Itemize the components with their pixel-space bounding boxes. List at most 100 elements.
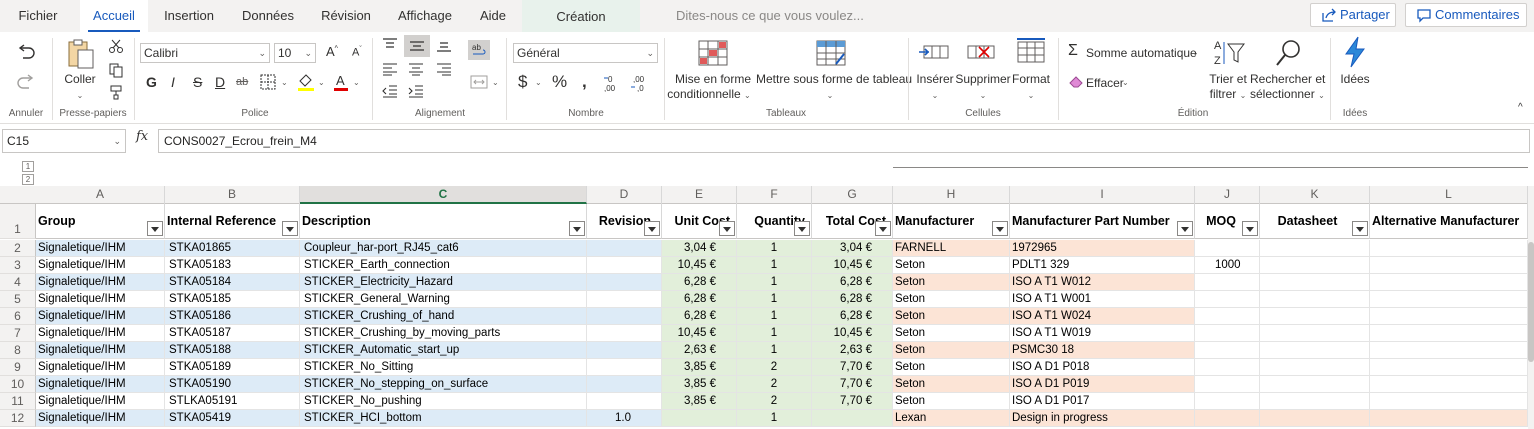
- table-cell[interactable]: 6,28 €: [662, 274, 737, 291]
- table-cell[interactable]: ISO A T1 W001: [1010, 291, 1195, 308]
- table-cell[interactable]: Seton: [893, 393, 1010, 410]
- table-cell[interactable]: Signaletique/IHM: [36, 240, 165, 257]
- column-header-b[interactable]: B: [165, 186, 300, 204]
- table-cell[interactable]: STKA05188: [165, 342, 300, 359]
- wrap-text-button[interactable]: ab: [468, 40, 490, 60]
- header-cell[interactable]: Description: [300, 204, 587, 239]
- table-cell[interactable]: STICKER_Crushing_by_moving_parts: [300, 325, 587, 342]
- table-cell[interactable]: Signaletique/IHM: [36, 291, 165, 308]
- number-format-dropdown[interactable]: Général ⌄: [513, 43, 658, 63]
- table-cell[interactable]: [1195, 240, 1260, 257]
- table-cell[interactable]: Seton: [893, 342, 1010, 359]
- table-cell[interactable]: PSMC30 18: [1010, 342, 1195, 359]
- table-cell[interactable]: Signaletique/IHM: [36, 410, 165, 427]
- table-cell[interactable]: 6,28 €: [662, 291, 737, 308]
- table-cell[interactable]: ISO A T1 W019: [1010, 325, 1195, 342]
- table-cell[interactable]: 3,85 €: [662, 359, 737, 376]
- table-cell[interactable]: STICKER_Automatic_start_up: [300, 342, 587, 359]
- table-cell[interactable]: [587, 240, 662, 257]
- table-cell[interactable]: STICKER_No_stepping_on_surface: [300, 376, 587, 393]
- table-cell[interactable]: [587, 376, 662, 393]
- delete-label[interactable]: Supprimer: [954, 72, 1012, 87]
- table-cell[interactable]: STLKA05191: [165, 393, 300, 410]
- share-button[interactable]: Partager: [1310, 3, 1396, 27]
- table-cell[interactable]: STICKER_No_Sitting: [300, 359, 587, 376]
- table-cell[interactable]: 3,85 €: [662, 393, 737, 410]
- bold-button[interactable]: G: [146, 74, 157, 90]
- table-cell[interactable]: [1195, 342, 1260, 359]
- table-cell[interactable]: Signaletique/IHM: [36, 359, 165, 376]
- table-cell[interactable]: STICKER_HCI_bottom: [300, 410, 587, 427]
- borders-dropdown-chevron[interactable]: ⌄: [281, 78, 288, 87]
- fill-color-icon[interactable]: [297, 72, 315, 92]
- tab-donnees[interactable]: Données: [234, 0, 302, 32]
- table-cell[interactable]: [1195, 325, 1260, 342]
- filter-dropdown-button[interactable]: [147, 221, 163, 236]
- filter-dropdown-button[interactable]: [992, 221, 1008, 236]
- table-cell[interactable]: Seton: [893, 359, 1010, 376]
- table-cell[interactable]: [1260, 359, 1370, 376]
- table-cell[interactable]: ISO A D1 P018: [1010, 359, 1195, 376]
- cut-icon[interactable]: [108, 38, 124, 54]
- filter-dropdown-button[interactable]: [644, 221, 660, 236]
- fill-color-dropdown-chevron[interactable]: ⌄: [318, 78, 325, 87]
- table-cell[interactable]: [1260, 291, 1370, 308]
- formula-input[interactable]: CONS0027_Ecrou_frein_M4: [158, 129, 1530, 153]
- table-cell[interactable]: [587, 308, 662, 325]
- sort-filter-icon[interactable]: AZ: [1212, 38, 1246, 68]
- table-cell[interactable]: [1195, 274, 1260, 291]
- comments-button[interactable]: Commentaires: [1405, 3, 1527, 27]
- align-top-icon[interactable]: [382, 38, 398, 52]
- table-cell[interactable]: STKA05190: [165, 376, 300, 393]
- conditional-formatting-label-1[interactable]: Mise en forme: [670, 72, 756, 87]
- tab-affichage[interactable]: Affichage: [390, 0, 460, 32]
- table-cell[interactable]: 1: [737, 274, 812, 291]
- row-header[interactable]: 11: [0, 393, 36, 410]
- format-cells-icon[interactable]: [1016, 38, 1046, 66]
- table-cell[interactable]: 2: [737, 376, 812, 393]
- autosum-icon[interactable]: Σ: [1068, 42, 1078, 60]
- table-cell[interactable]: 1: [737, 410, 812, 427]
- table-cell[interactable]: 1000: [1195, 257, 1260, 274]
- row-header[interactable]: 6: [0, 308, 36, 325]
- row-header[interactable]: 10: [0, 376, 36, 393]
- table-cell[interactable]: [587, 342, 662, 359]
- increase-indent-icon[interactable]: [408, 84, 424, 98]
- paste-dropdown-chevron[interactable]: ⌄: [60, 88, 100, 103]
- align-bottom-icon[interactable]: [436, 38, 452, 52]
- table-cell[interactable]: 3,04 €: [662, 240, 737, 257]
- filter-dropdown-button[interactable]: [569, 221, 585, 236]
- tab-revision[interactable]: Révision: [312, 0, 380, 32]
- table-cell[interactable]: 1: [737, 325, 812, 342]
- row-header[interactable]: 4: [0, 274, 36, 291]
- strikethrough-button[interactable]: S: [193, 74, 202, 90]
- table-cell[interactable]: FARNELL: [893, 240, 1010, 257]
- table-cell[interactable]: [587, 359, 662, 376]
- column-header-k[interactable]: K: [1260, 186, 1370, 204]
- table-cell[interactable]: ISO A D1 P017: [1010, 393, 1195, 410]
- table-cell[interactable]: [1260, 325, 1370, 342]
- table-cell[interactable]: [1195, 308, 1260, 325]
- currency-dropdown-chevron[interactable]: ⌄: [535, 78, 542, 87]
- format-as-table-icon[interactable]: [816, 40, 846, 66]
- table-cell[interactable]: 1.0: [587, 410, 662, 427]
- column-header-f[interactable]: F: [737, 186, 812, 204]
- table-cell[interactable]: STICKER_Earth_connection: [300, 257, 587, 274]
- table-cell[interactable]: [1370, 359, 1528, 376]
- table-cell[interactable]: STKA05185: [165, 291, 300, 308]
- currency-format-icon[interactable]: $: [518, 72, 527, 92]
- align-middle-button[interactable]: [404, 35, 430, 57]
- table-cell[interactable]: ISO A T1 W024: [1010, 308, 1195, 325]
- table-cell[interactable]: Signaletique/IHM: [36, 393, 165, 410]
- column-header-c[interactable]: C: [300, 186, 587, 204]
- ideas-label[interactable]: Idées: [1334, 72, 1376, 87]
- table-cell[interactable]: 3,85 €: [662, 376, 737, 393]
- find-select-label-1[interactable]: Rechercher et: [1250, 72, 1325, 87]
- table-cell[interactable]: 7,70 €: [812, 393, 893, 410]
- filter-dropdown-button[interactable]: [875, 221, 891, 236]
- table-cell[interactable]: [1370, 410, 1528, 427]
- row-header[interactable]: 3: [0, 257, 36, 274]
- table-cell[interactable]: ISO A T1 W012: [1010, 274, 1195, 291]
- table-cell[interactable]: [587, 325, 662, 342]
- table-cell[interactable]: Coupleur_har-port_RJ45_cat6: [300, 240, 587, 257]
